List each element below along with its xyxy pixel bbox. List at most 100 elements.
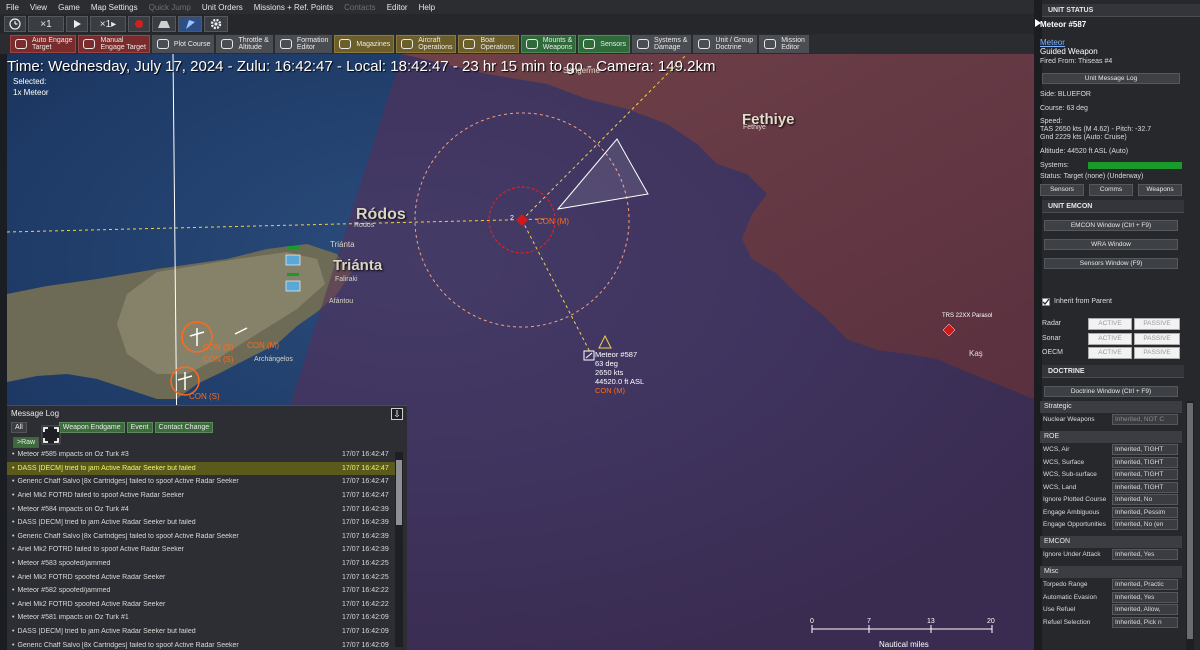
unit-message-log-button[interactable]: Unit Message Log: [1042, 73, 1180, 84]
emcon-active-button[interactable]: ACTIVE: [1088, 318, 1132, 330]
doctrine-row-value[interactable]: Inherited, No: [1112, 494, 1178, 505]
terrain-button[interactable]: [152, 16, 176, 32]
doctrine-row-value[interactable]: Inherited, TIGHT: [1112, 469, 1178, 480]
log-row[interactable]: • Meteor #584 impacts on Oz Turk #4 17/07 …: [7, 502, 395, 516]
toolbar-button-5[interactable]: Magazines: [334, 35, 395, 53]
log-row[interactable]: • Ariel Mk2 FOTRD failed to spoof Active …: [7, 543, 395, 557]
tab-sensors[interactable]: Sensors: [1040, 184, 1084, 196]
emcon-passive-button[interactable]: PASSIVE: [1134, 318, 1180, 330]
log-message: Ariel Mk2 FOTRD failed to spoof Active R…: [17, 546, 184, 554]
toolbar-button-10[interactable]: Systems & Damage: [631, 35, 692, 53]
log-row[interactable]: • DASS [DECM] tried to jam Active Radar S…: [7, 625, 395, 639]
toolbar-button-8[interactable]: Mounts & Weapons: [520, 35, 577, 53]
tab-comms[interactable]: Comms: [1089, 184, 1133, 196]
log-row[interactable]: • Generic Chaff Salvo [8x Cartridges] fai…: [7, 530, 395, 544]
menu-help[interactable]: Help: [419, 3, 435, 12]
log-row[interactable]: • Generic Chaff Salvo [8x Cartridges] fai…: [7, 638, 395, 650]
log-row[interactable]: • Meteor #585 impacts on Oz Turk #3 17/07 …: [7, 448, 395, 462]
toolbar-button-3[interactable]: Throttle & Altitude: [216, 35, 273, 53]
unit-class-link[interactable]: Meteor: [1040, 38, 1065, 47]
unit-type: Guided Weapon: [1040, 47, 1098, 56]
toolbar-button-1[interactable]: Manual Engage Target: [78, 35, 150, 53]
toolbar-button-9[interactable]: Sensors: [578, 35, 630, 53]
emcon-header[interactable]: UNIT EMCON: [1042, 200, 1184, 213]
doctrine-nuclear-value[interactable]: Inherited, NOT C: [1112, 414, 1178, 425]
doctrine-row-value[interactable]: Inherited, Practic: [1112, 579, 1178, 590]
log-scrollbar[interactable]: [395, 452, 403, 647]
menu-unit-orders[interactable]: Unit Orders: [202, 3, 243, 12]
doctrine-scrollbar[interactable]: [1186, 401, 1194, 650]
unit-status-line: Status: Target (none) (Underway): [1040, 173, 1144, 180]
unit-status-header[interactable]: UNIT STATUS: [1042, 4, 1200, 17]
doctrine-row-value[interactable]: Inherited, Pessim: [1112, 506, 1178, 518]
menu-file[interactable]: File: [6, 3, 19, 12]
clock-button[interactable]: [4, 16, 26, 32]
emcon-passive-button[interactable]: PASSIVE: [1134, 333, 1180, 345]
wra-window-button[interactable]: WRA Window: [1044, 239, 1178, 250]
doctrine-window-button[interactable]: Doctrine Window (Ctrl + F9): [1044, 386, 1178, 397]
doctrine-row-value[interactable]: Inherited, Yes: [1112, 591, 1178, 603]
menu-contacts[interactable]: Contacts: [344, 3, 376, 12]
expand-icon[interactable]: [41, 425, 61, 445]
log-row[interactable]: • Meteor #583 spoofed/jammed 17/07 16:42:2…: [7, 557, 395, 571]
emcon-window-button[interactable]: EMCON Window (Ctrl + F9): [1044, 220, 1178, 231]
doctrine-row-value[interactable]: Inherited, TIGHT: [1112, 444, 1178, 455]
log-scrollbar-thumb[interactable]: [396, 460, 402, 525]
tab-weapons[interactable]: Weapons: [1138, 184, 1182, 196]
log-row[interactable]: • DASS [DECM] tried to jam Active Radar S…: [7, 461, 395, 476]
toolbar-button-2[interactable]: Plot Course: [151, 35, 215, 53]
doctrine-strategic: Strategic: [1040, 401, 1182, 413]
toolbar-button-label: Boat Operations: [480, 37, 514, 51]
doctrine-scrollbar-thumb[interactable]: [1187, 403, 1193, 639]
log-row[interactable]: • DASS [DECM] tried to jam Active Radar S…: [7, 516, 395, 530]
download-button[interactable]: ⇩: [391, 408, 403, 420]
log-row[interactable]: • Ariel Mk2 FOTRD failed to spoof Active …: [7, 489, 395, 503]
menu-game[interactable]: Game: [58, 3, 80, 12]
toolbar-button-label-line2: Editor: [781, 44, 800, 51]
settings-button[interactable]: [204, 16, 228, 32]
bullet-icon: •: [12, 628, 15, 636]
filter-all[interactable]: All: [11, 422, 27, 433]
menu-editor[interactable]: Editor: [387, 3, 408, 12]
menu-missions[interactable]: Missions + Ref. Points: [254, 3, 333, 12]
menu-map-settings[interactable]: Map Settings: [91, 3, 138, 12]
log-row[interactable]: • Generic Chaff Salvo [8x Cartridges] fai…: [7, 475, 395, 489]
sensors-window-button[interactable]: Sensors Window (F9): [1044, 258, 1178, 269]
log-row[interactable]: • Ariel Mk2 FOTRD spoofed Active Radar Se…: [7, 570, 395, 584]
doctrine-header[interactable]: DOCTRINE: [1042, 365, 1184, 378]
doctrine-row-value[interactable]: Inherited, Yes: [1112, 549, 1178, 560]
raw-button[interactable]: >Raw: [13, 437, 40, 448]
time-compression-button[interactable]: ×1: [28, 16, 64, 32]
log-timestamp: 17/07 16:42:47: [342, 464, 389, 472]
record-button[interactable]: [128, 16, 150, 32]
doctrine-row-value[interactable]: Inherited, TIGHT: [1112, 456, 1178, 468]
log-row[interactable]: • Ariel Mk2 FOTRD spoofed Active Radar Se…: [7, 598, 395, 612]
doctrine-row-value[interactable]: Inherited, Pick n: [1112, 616, 1178, 628]
emcon-active-button[interactable]: ACTIVE: [1088, 333, 1132, 345]
flag-button[interactable]: [178, 16, 202, 32]
filter-event[interactable]: Event: [126, 422, 153, 433]
emcon-active-button[interactable]: ACTIVE: [1088, 347, 1132, 359]
toolbar-button-4[interactable]: Formation Editor: [274, 35, 333, 53]
toolbar-button-0[interactable]: Auto Engage Target: [10, 35, 77, 53]
filter-weapon-endgame[interactable]: Weapon Endgame: [58, 422, 125, 433]
log-row[interactable]: • Meteor #582 spoofed/jammed 17/07 16:42:2…: [7, 584, 395, 598]
friendly-unit-1[interactable]: [285, 254, 301, 266]
toolbar-button-label-line1: Formation: [296, 37, 329, 44]
menu-view[interactable]: View: [30, 3, 47, 12]
doctrine-row-value[interactable]: Inherited, No (en: [1112, 519, 1178, 530]
toolbar-button-6[interactable]: Aircraft Operations: [396, 35, 457, 53]
toolbar-button-12[interactable]: Mission Editor: [759, 35, 809, 53]
menu-quick-jump[interactable]: Quick Jump: [149, 3, 191, 12]
inherit-checkbox[interactable]: [1042, 298, 1050, 306]
log-row[interactable]: • Meteor #581 impacts on Oz Turk #1 17/07 …: [7, 611, 395, 625]
doctrine-row-value[interactable]: Inherited, Allow,: [1112, 604, 1178, 615]
filter-contact-change[interactable]: Contact Change: [154, 422, 214, 433]
play-button[interactable]: [66, 16, 88, 32]
toolbar-button-11[interactable]: Unit / Group Doctrine: [693, 35, 758, 53]
friendly-unit-2[interactable]: [285, 280, 301, 292]
emcon-passive-button[interactable]: PASSIVE: [1134, 347, 1180, 359]
step-button[interactable]: ×1▸: [90, 16, 126, 32]
toolbar-button-7[interactable]: Boat Operations: [458, 35, 519, 53]
doctrine-row-value[interactable]: Inherited, TIGHT: [1112, 481, 1178, 493]
